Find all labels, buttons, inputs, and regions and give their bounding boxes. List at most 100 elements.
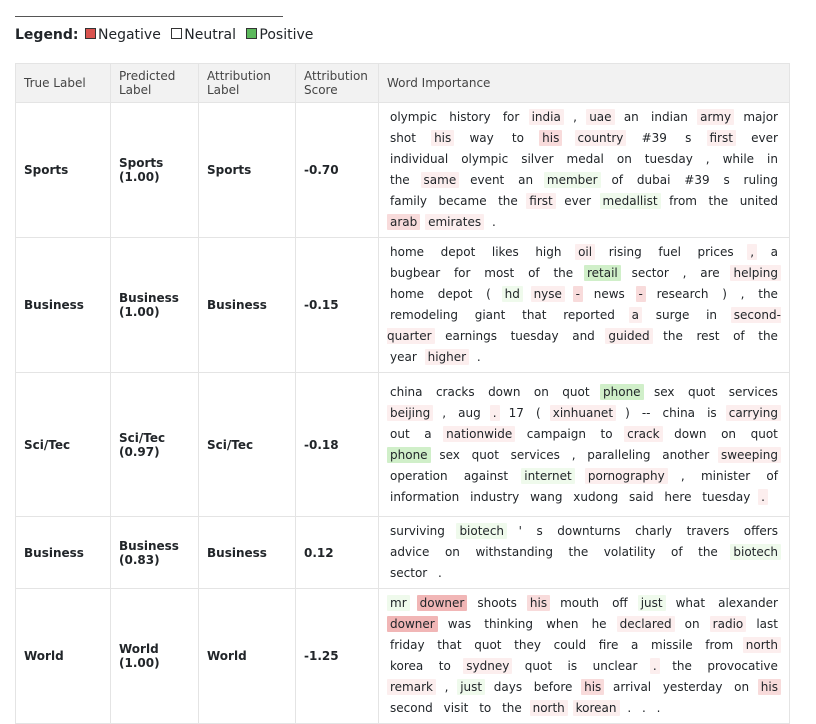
word-token: same xyxy=(420,172,460,188)
word-token: ever xyxy=(564,194,592,208)
word-token: indian xyxy=(651,110,688,124)
word-token: xudong xyxy=(573,489,619,504)
word-token: shot xyxy=(390,131,416,145)
header-predicted-label: Predicted Label xyxy=(110,63,199,103)
word-token: ( xyxy=(535,405,541,420)
word-token: on xyxy=(533,384,549,399)
word-token: wang xyxy=(530,489,563,504)
word-token: the xyxy=(698,545,718,559)
word-token: korean xyxy=(572,700,620,716)
word-token: mr xyxy=(387,595,410,611)
predicted-label-cell: World (1.00) xyxy=(110,588,199,724)
word-token: ruling xyxy=(743,173,778,187)
word-token: phone xyxy=(600,383,644,400)
word-token: home xyxy=(390,245,425,259)
attribution-label-cell: Sci/Tec xyxy=(198,372,296,517)
word-token: army xyxy=(697,109,735,125)
word-token: phone xyxy=(387,446,431,463)
word-token: against xyxy=(463,468,509,483)
word-token: are xyxy=(700,266,720,280)
word-token: the xyxy=(390,173,410,187)
word-token: tuesday xyxy=(510,329,559,343)
attribution-label-cell: World xyxy=(198,588,296,724)
word-token: china xyxy=(662,405,696,420)
word-token: olympic xyxy=(390,110,438,124)
word-token: second xyxy=(390,701,433,715)
word-token: ( xyxy=(486,287,491,301)
word-token: united xyxy=(739,194,778,208)
word-token: the xyxy=(498,194,518,208)
word-token: , xyxy=(571,447,576,462)
word-token: ) xyxy=(625,405,630,420)
word-token: . xyxy=(438,566,442,580)
word-token: , xyxy=(680,468,685,483)
table-row: Sports Sports (1.00) Sports -0.70 olympi… xyxy=(15,102,790,238)
word-token: down xyxy=(674,426,707,441)
word-token: charly xyxy=(635,524,673,538)
word-token: -- xyxy=(641,405,651,420)
word-token: his xyxy=(431,130,455,146)
word-token: provocative xyxy=(707,659,778,673)
word-token: his xyxy=(757,679,781,695)
word-token: home xyxy=(390,287,425,301)
word-token: s xyxy=(536,524,543,538)
word-token: major xyxy=(743,110,778,124)
word-token: volatility xyxy=(603,545,656,559)
word-token: cracks xyxy=(435,384,475,399)
word-token: of xyxy=(766,468,778,483)
word-token: services xyxy=(728,384,778,399)
word-token: oil xyxy=(575,244,596,260)
word-token: sweeping xyxy=(717,446,781,463)
word-token: the xyxy=(663,329,683,343)
word-token: he xyxy=(591,617,607,631)
word-token: when xyxy=(546,617,579,631)
word-token: of xyxy=(611,173,624,187)
word-token: to xyxy=(511,131,524,145)
attribution-score-cell: -0.18 xyxy=(295,372,379,517)
word-token: visit xyxy=(443,701,469,715)
word-token: country xyxy=(574,130,627,146)
word-token: rising xyxy=(608,245,642,259)
word-token: on xyxy=(616,152,632,166)
word-token: . xyxy=(649,658,660,674)
word-token: thinking xyxy=(484,617,534,631)
word-token: before xyxy=(533,680,573,694)
neutral-swatch-icon xyxy=(171,28,183,39)
word-token: industry xyxy=(470,489,520,504)
word-token: campaign xyxy=(526,426,586,441)
word-token: . xyxy=(476,350,481,364)
word-token: year xyxy=(390,350,417,364)
word-token: . xyxy=(627,701,632,715)
word-token: operation xyxy=(390,468,448,483)
word-token: mouth xyxy=(560,596,600,610)
word-token: quot xyxy=(471,447,499,462)
word-token: offers xyxy=(743,524,778,538)
word-token: another xyxy=(662,447,710,462)
word-token: on xyxy=(444,545,460,559)
word-token: , xyxy=(740,287,745,301)
word-token: individual xyxy=(390,152,449,166)
word-token: on xyxy=(734,680,750,694)
word-token: . xyxy=(489,404,500,421)
word-token: sex xyxy=(439,447,460,462)
word-token: last xyxy=(756,617,778,631)
word-token: while xyxy=(722,152,755,166)
word-token: , xyxy=(747,244,758,260)
word-token: tuesday xyxy=(644,152,693,166)
word-token: a xyxy=(424,426,432,441)
word-token: the xyxy=(553,266,574,280)
word-token: uae xyxy=(586,109,615,125)
word-token: silver xyxy=(521,152,554,166)
word-token: yesterday xyxy=(662,680,723,694)
true-label-cell: Business xyxy=(15,237,111,373)
word-token: emirates xyxy=(425,214,485,230)
word-token: here xyxy=(664,489,692,504)
word-token: china xyxy=(390,384,423,399)
word-token: downturns xyxy=(557,524,621,538)
word-token: . xyxy=(758,488,768,505)
word-token: an xyxy=(623,110,639,124)
true-label-cell: World xyxy=(15,588,111,724)
word-token: off xyxy=(612,596,628,610)
word-token: was xyxy=(447,617,472,631)
word-token: reported xyxy=(563,308,615,322)
